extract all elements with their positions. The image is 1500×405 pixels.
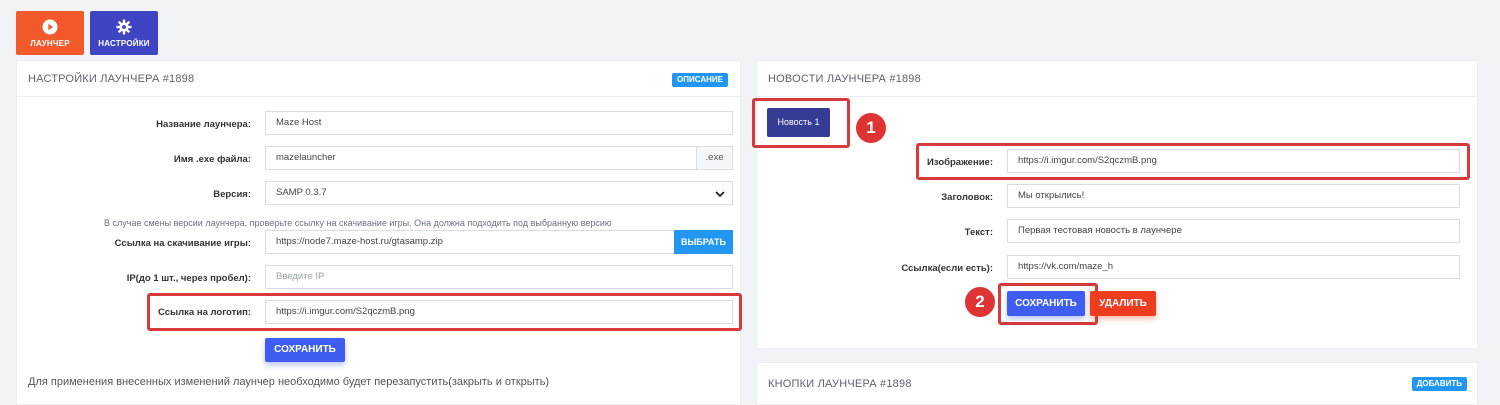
card-header: КНОПКИ ЛАУНЧЕРА #1898 ДОБАВИТЬ xyxy=(757,363,1477,399)
exe-name-label: Имя .exe файла: xyxy=(173,154,251,165)
settings-nav-label: НАСТРОЙКИ xyxy=(98,39,150,48)
version-select[interactable]: SAMP 0.3.7 xyxy=(265,181,733,205)
step-marker-1: 1 xyxy=(856,113,886,143)
launcher-name-label: Название лаунчера: xyxy=(156,119,251,130)
settings-save-button[interactable]: СОХРАНИТЬ xyxy=(265,338,345,362)
launcher-buttons-card: КНОПКИ ЛАУНЧЕРА #1898 ДОБАВИТЬ xyxy=(756,362,1478,405)
card-title: НОВОСТИ ЛАУНЧЕРА #1898 xyxy=(768,73,921,85)
ip-input[interactable]: Введите IP xyxy=(265,265,733,289)
launcher-name-input[interactable]: Maze Host xyxy=(265,111,733,135)
image-url-input[interactable]: https://i.imgur.com/S2qczmB.png xyxy=(1007,149,1460,173)
heading-input[interactable]: Мы открылись! xyxy=(1007,184,1460,208)
link-input[interactable]: https://vk.com/maze_h xyxy=(1007,255,1460,279)
news-save-button[interactable]: СОХРАНИТЬ xyxy=(1007,291,1085,316)
card-title: КНОПКИ ЛАУНЧЕРА #1898 xyxy=(768,378,912,390)
play-icon xyxy=(42,19,58,35)
download-link-input[interactable]: https://node7.maze-host.ru/gtasamp.zip xyxy=(265,230,675,254)
description-button[interactable]: ОПИСАНИЕ xyxy=(672,73,728,87)
step-marker-2: 2 xyxy=(965,287,995,317)
choose-file-button[interactable]: ВЫБРАТЬ xyxy=(674,230,733,254)
version-hint: В случае смены версии лаунчера, проверьт… xyxy=(104,218,612,228)
link-label: Ссылка(если есть): xyxy=(901,263,993,274)
exe-name-input[interactable]: mazelauncher xyxy=(265,146,697,170)
exe-suffix: .exe xyxy=(696,146,733,170)
add-button[interactable]: ДОБАВИТЬ xyxy=(1411,377,1467,391)
version-select-value: SAMP 0.3.7 xyxy=(276,187,327,198)
news-tab-1[interactable]: Новость 1 xyxy=(767,108,830,137)
text-label: Текст: xyxy=(964,227,993,238)
launcher-settings-card: НАСТРОЙКИ ЛАУНЧЕРА #1898 ОПИСАНИЕ Назван… xyxy=(16,60,742,405)
launcher-nav-button[interactable]: ЛАУНЧЕР xyxy=(16,11,84,55)
image-label: Изображение: xyxy=(927,157,993,168)
ip-label: IP(до 1 шт., через пробел): xyxy=(126,273,251,284)
download-link-label: Ссылка на скачивание игры: xyxy=(114,238,251,249)
text-input[interactable]: Первая тестовая новость в лаунчере xyxy=(1007,219,1460,243)
launcher-nav-label: ЛАУНЧЕР xyxy=(30,39,70,48)
launcher-news-card: НОВОСТИ ЛАУНЧЕРА #1898 Новость 1 1 Изобр… xyxy=(752,60,1478,349)
card-header: НАСТРОЙКИ ЛАУНЧЕРА #1898 ОПИСАНИЕ xyxy=(17,61,740,97)
chevron-down-icon xyxy=(715,191,725,198)
news-delete-button[interactable]: УДАЛИТЬ xyxy=(1090,291,1156,316)
logo-link-label: Ссылка на логотип: xyxy=(157,307,251,318)
gear-icon xyxy=(116,19,132,35)
version-label: Версия: xyxy=(213,189,251,200)
logo-link-input[interactable]: https://i.imgur.com/S2qczmB.png xyxy=(265,300,733,324)
heading-label: Заголовок: xyxy=(941,192,993,203)
card-title: НАСТРОЙКИ ЛАУНЧЕРА #1898 xyxy=(28,73,195,85)
restart-note: Для применения внесенных изменений лаунч… xyxy=(28,376,550,388)
card-header: НОВОСТИ ЛАУНЧЕРА #1898 xyxy=(757,61,1477,97)
settings-nav-button[interactable]: НАСТРОЙКИ xyxy=(90,11,158,55)
